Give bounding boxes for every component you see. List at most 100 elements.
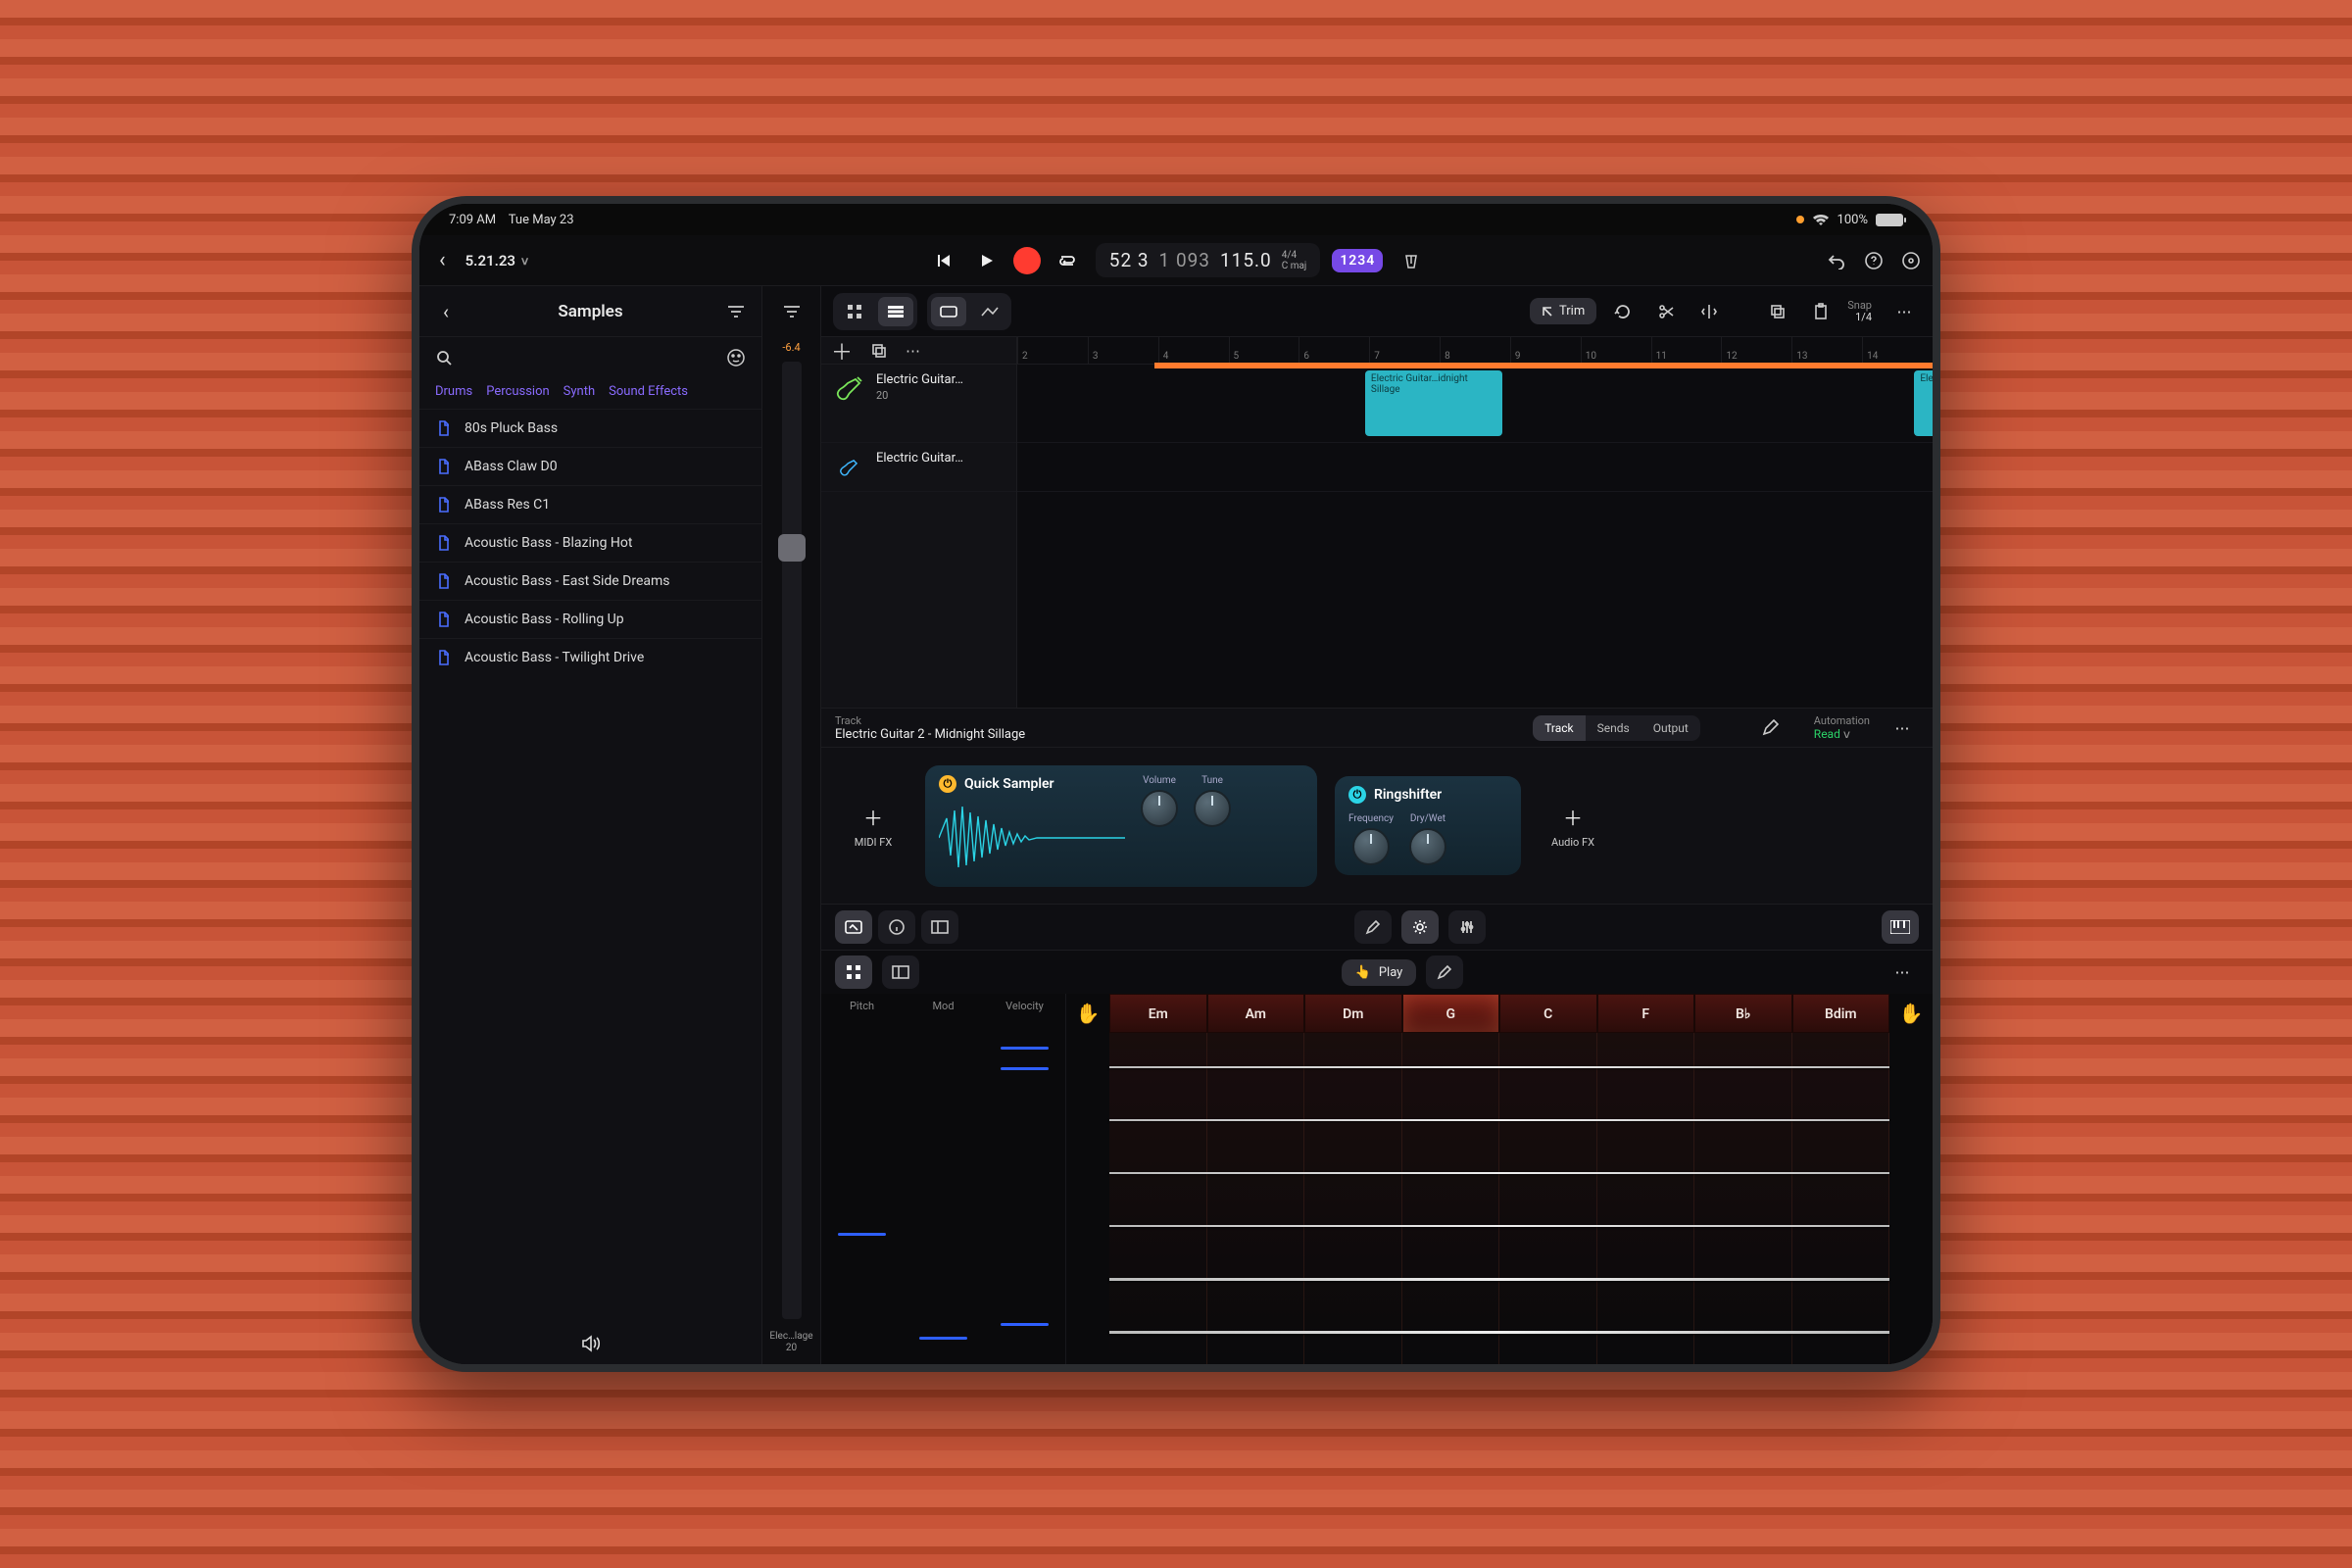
string-4[interactable] — [1109, 1225, 1889, 1227]
project-title[interactable]: 5.21.23 ⅴ — [466, 252, 528, 270]
play-mode-pill[interactable]: 👆 Play — [1342, 959, 1417, 986]
drywet-knob[interactable]: Dry/Wet — [1409, 813, 1446, 865]
sample-item[interactable]: ABass Res C1 — [419, 485, 761, 523]
track-lane-1[interactable]: Electric Guitar…idnight Sillage Electric — [1017, 365, 1933, 443]
copy-button[interactable] — [1761, 295, 1794, 328]
add-audio-fx-button[interactable]: ＋ — [1559, 803, 1587, 830]
hand-right-icon[interactable]: ✋ — [1889, 994, 1933, 1364]
meter-settings-button[interactable] — [782, 286, 802, 337]
add-midi-fx-button[interactable]: ＋ — [859, 803, 887, 830]
region-1b[interactable]: Electric — [1914, 370, 1933, 436]
sample-item[interactable]: Acoustic Bass - Blazing Hot — [419, 523, 761, 562]
track-more-button[interactable]: ⋯ — [906, 342, 920, 360]
plugin-quick-sampler[interactable]: ⏻Quick Sampler Volume Tune — [925, 765, 1317, 887]
automation-view-button[interactable] — [972, 297, 1007, 326]
velocity-slider[interactable] — [984, 1019, 1065, 1364]
loop-button[interactable] — [1606, 295, 1640, 328]
bottom-more-button[interactable]: ⋯ — [1886, 956, 1919, 989]
grid-button[interactable] — [835, 956, 872, 989]
midi-fx-slot[interactable]: ＋ MIDI FX — [839, 803, 907, 849]
face-icon[interactable] — [726, 348, 746, 368]
more-button[interactable]: ⋯ — [1887, 295, 1921, 328]
panel-button[interactable] — [921, 910, 958, 944]
chip-percussion[interactable]: Percussion — [486, 384, 549, 399]
region-view-button[interactable] — [931, 297, 966, 326]
inspector-more-button[interactable]: ⋯ — [1886, 711, 1919, 745]
play-button[interactable] — [970, 244, 1004, 277]
record-button[interactable] — [1013, 247, 1041, 274]
volume-fader[interactable] — [782, 362, 802, 1319]
track-header-2[interactable]: Electric Guitar… — [821, 443, 1016, 492]
string-area[interactable]: Em Am Dm G C F B♭ Bdim — [1109, 994, 1889, 1364]
back-button[interactable]: ‹ — [431, 244, 454, 276]
plugin-ringshifter[interactable]: ⏻Ringshifter Frequency Dry/Wet — [1335, 776, 1521, 875]
keyboard-button[interactable] — [1882, 910, 1919, 944]
sample-item[interactable]: Acoustic Bass - Twilight Drive — [419, 638, 761, 676]
string-3[interactable] — [1109, 1172, 1889, 1174]
chord-f[interactable]: F — [1597, 994, 1695, 1033]
tab-output[interactable]: Output — [1642, 715, 1700, 741]
add-track-button[interactable]: ＋ — [831, 335, 853, 367]
tab-sends[interactable]: Sends — [1586, 715, 1642, 741]
pitch-slider[interactable] — [821, 1019, 903, 1364]
search-button[interactable] — [435, 349, 453, 367]
power-icon[interactable]: ⏻ — [939, 775, 956, 793]
tune-knob[interactable]: Tune — [1194, 775, 1231, 827]
chord-bb[interactable]: B♭ — [1694, 994, 1792, 1033]
string-5[interactable] — [1109, 1278, 1889, 1281]
hand-left-icon[interactable]: ✋ — [1066, 994, 1109, 1364]
power-icon[interactable]: ⏻ — [1348, 786, 1366, 804]
chord-bdim[interactable]: Bdim — [1792, 994, 1890, 1033]
sidebar-back-button[interactable]: ‹ — [435, 296, 457, 327]
rewind-button[interactable] — [927, 244, 960, 277]
automation-mode[interactable]: Read ⅴ — [1814, 727, 1870, 741]
fader-thumb[interactable] — [778, 534, 806, 562]
chord-c[interactable]: C — [1499, 994, 1597, 1033]
info-button[interactable] — [878, 910, 915, 944]
mod-slider[interactable] — [903, 1019, 984, 1364]
chip-sound-effects[interactable]: Sound Effects — [609, 384, 688, 399]
sidebar-toggle-button[interactable] — [882, 956, 919, 989]
pencil-button[interactable] — [1354, 910, 1392, 944]
chord-am[interactable]: Am — [1207, 994, 1305, 1033]
string-6[interactable] — [1109, 1331, 1889, 1334]
chord-dm[interactable]: Dm — [1304, 994, 1402, 1033]
cycle-button[interactable] — [1051, 244, 1084, 277]
chord-em[interactable]: Em — [1109, 994, 1207, 1033]
library-button[interactable] — [835, 910, 872, 944]
speaker-icon[interactable] — [580, 1335, 602, 1352]
bar-ruler[interactable]: 234567891011121314 — [1017, 337, 1933, 365]
snap-display[interactable]: Snap 1/4 — [1847, 300, 1872, 323]
grid-view-button[interactable] — [837, 297, 872, 326]
mixer-button[interactable] — [1448, 910, 1486, 944]
split-button[interactable] — [1692, 295, 1726, 328]
edit-pencil-button[interactable] — [1426, 956, 1463, 989]
lcd-display[interactable]: 52 3 1 093 115.0 4/4 C maj — [1096, 243, 1321, 277]
chip-synth[interactable]: Synth — [564, 384, 595, 399]
frequency-knob[interactable]: Frequency — [1348, 813, 1394, 865]
track-header-1[interactable]: Electric Guitar… 20 — [821, 365, 1016, 443]
chord-g[interactable]: G — [1402, 994, 1500, 1033]
duplicate-track-button[interactable] — [870, 342, 888, 360]
string-board[interactable] — [1109, 1033, 1889, 1364]
volume-knob[interactable]: Volume — [1141, 775, 1178, 827]
string-2[interactable] — [1109, 1119, 1889, 1121]
filter-button[interactable] — [726, 304, 746, 319]
undo-button[interactable] — [1827, 252, 1846, 270]
sample-item[interactable]: Acoustic Bass - Rolling Up — [419, 600, 761, 638]
brightness-button[interactable] — [1401, 910, 1439, 944]
paste-button[interactable] — [1804, 295, 1838, 328]
track-lane-2[interactable] — [1017, 443, 1933, 492]
edit-button[interactable] — [1761, 719, 1779, 737]
sample-item[interactable]: ABass Claw D0 — [419, 447, 761, 485]
sample-list[interactable]: 80s Pluck Bass ABass Claw D0 ABass Res C… — [419, 409, 761, 1323]
sample-item[interactable]: Acoustic Bass - East Side Dreams — [419, 562, 761, 600]
chip-drums[interactable]: Drums — [435, 384, 472, 399]
track-area[interactable]: 234567891011121314 Electric Guitar…idnig… — [1017, 337, 1933, 708]
help-button[interactable] — [1864, 251, 1884, 270]
audio-fx-slot[interactable]: ＋ Audio FX — [1539, 803, 1607, 849]
metronome-button[interactable] — [1395, 244, 1428, 277]
tab-track[interactable]: Track — [1533, 715, 1585, 741]
region-1[interactable]: Electric Guitar…idnight Sillage — [1365, 370, 1502, 436]
settings-button[interactable] — [1901, 251, 1921, 270]
